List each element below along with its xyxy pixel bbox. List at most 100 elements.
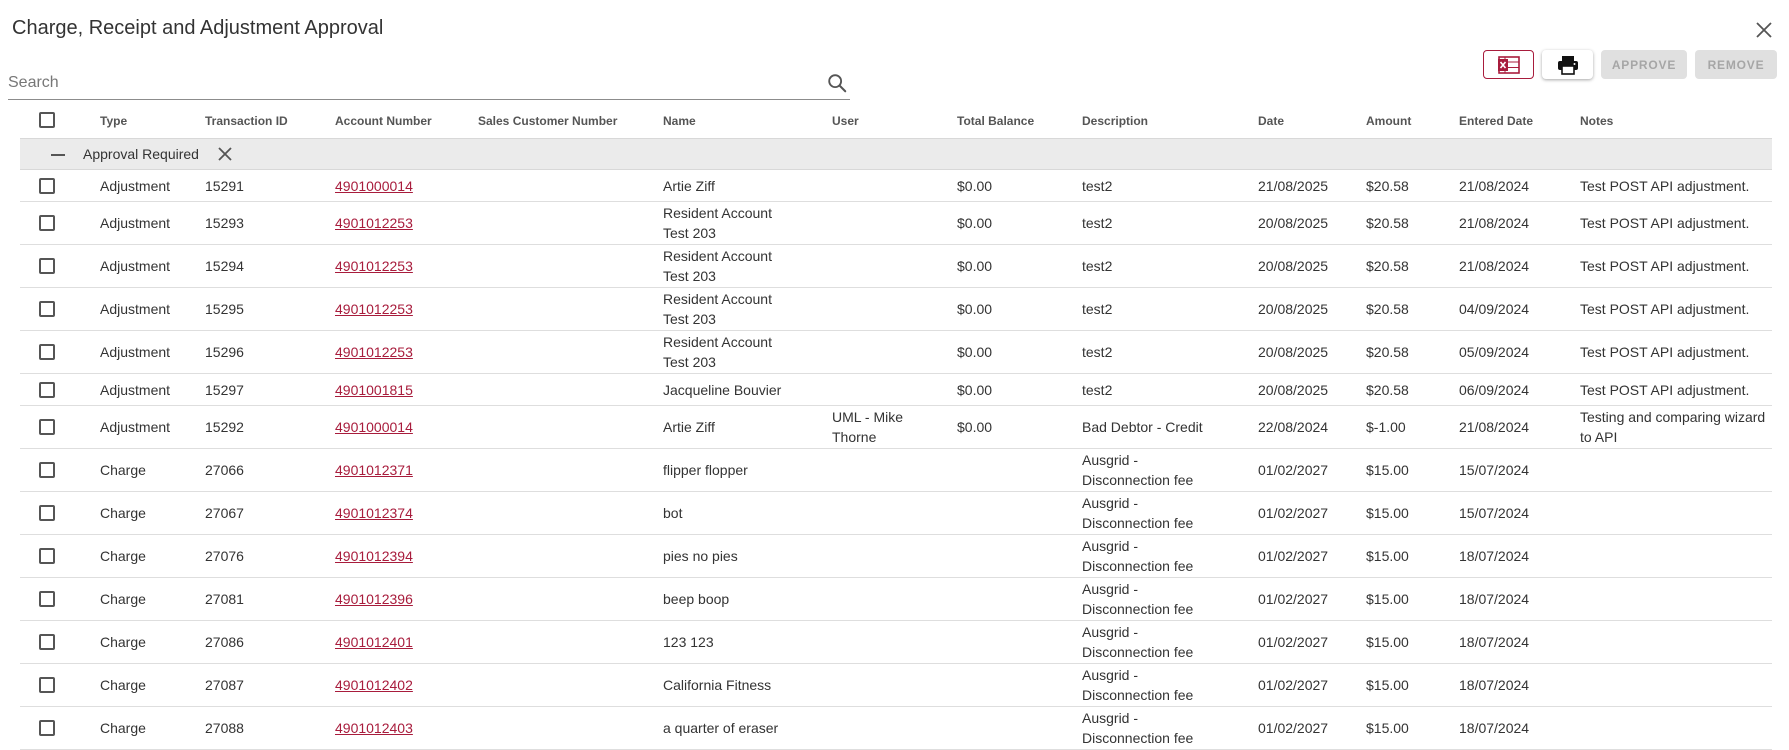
account-number-link[interactable]: 4901001815: [335, 380, 413, 400]
cell-description: Ausgrid - Disconnection fee: [1082, 535, 1217, 577]
table-row[interactable]: Adjustment 15296 4901012253 Resident Accoun…: [20, 331, 1772, 374]
description-text: Ausgrid - Disconnection fee: [1082, 667, 1194, 703]
cell-date: 01/02/2027: [1258, 707, 1358, 749]
row-checkbox[interactable]: [39, 548, 55, 564]
row-checkbox[interactable]: [39, 720, 55, 736]
account-number-link[interactable]: 4901012253: [335, 256, 413, 276]
collapse-group-icon[interactable]: [50, 147, 66, 163]
table-row[interactable]: Charge 27076 4901012394 pies no pies Ausgrid…: [20, 535, 1772, 578]
column-header-name[interactable]: Name: [663, 114, 696, 128]
row-checkbox[interactable]: [39, 258, 55, 274]
account-number-link[interactable]: 4901012253: [335, 342, 413, 362]
cell-user: [832, 170, 942, 201]
cell-type: Adjustment: [100, 406, 200, 448]
row-checkbox-cell: [39, 331, 55, 373]
column-header-transaction-id[interactable]: Transaction ID: [205, 114, 288, 128]
cell-transaction-id: 15294: [205, 245, 325, 287]
notes-text: Testing and comparing wizard to API: [1580, 409, 1766, 445]
column-header-entered-date[interactable]: Entered Date: [1459, 114, 1533, 128]
entered-date-text: 06/09/2024: [1459, 381, 1530, 398]
table-row[interactable]: Adjustment 15293 4901012253 Resident Accoun…: [20, 202, 1772, 245]
total-balance-text: $0.00: [957, 381, 993, 398]
row-checkbox[interactable]: [39, 344, 55, 360]
row-checkbox[interactable]: [39, 462, 55, 478]
entered-date-text: 04/09/2024: [1459, 301, 1530, 317]
excel-export-button[interactable]: [1483, 50, 1534, 79]
table-row[interactable]: Adjustment 15295 4901012253 Resident Accoun…: [20, 288, 1772, 331]
table-row[interactable]: Charge 27066 4901012371 flipper flopper Ausg…: [20, 449, 1772, 492]
select-all-checkbox[interactable]: [39, 112, 55, 128]
row-checkbox[interactable]: [39, 677, 55, 693]
table-row[interactable]: Charge 27087 4901012402 California Fitness A…: [20, 664, 1772, 707]
account-number-link[interactable]: 4901012253: [335, 213, 413, 233]
cell-type: Charge: [100, 664, 200, 706]
account-number-link[interactable]: 4901012401: [335, 632, 413, 652]
cell-date: 01/02/2027: [1258, 492, 1358, 534]
column-header-sales-customer-number[interactable]: Sales Customer Number: [478, 114, 617, 128]
column-header-amount[interactable]: Amount: [1366, 114, 1411, 128]
date-text: 01/02/2027: [1258, 591, 1329, 607]
transaction-id-text: 15295: [205, 301, 244, 317]
cell-sales-customer-number: [478, 374, 648, 405]
cell-name: pies no pies: [663, 535, 788, 577]
account-number-link[interactable]: 4901000014: [335, 176, 413, 196]
date-text: 01/02/2027: [1258, 677, 1329, 693]
table-row[interactable]: Adjustment 15294 4901012253 Resident Accoun…: [20, 245, 1772, 288]
cell-amount: $15.00: [1366, 621, 1451, 663]
column-header-account-number[interactable]: Account Number: [335, 114, 432, 128]
amount-text: $20.58: [1366, 177, 1409, 194]
column-header-type[interactable]: Type: [100, 114, 127, 128]
row-checkbox[interactable]: [39, 301, 55, 317]
cell-user: [832, 492, 942, 534]
row-checkbox[interactable]: [39, 419, 55, 435]
cell-user: [832, 621, 942, 663]
table-row[interactable]: Charge 27086 4901012401 123 123 Ausgrid - Di…: [20, 621, 1772, 664]
column-header-user[interactable]: User: [832, 114, 859, 128]
cell-account-number: 4901012253: [335, 245, 465, 287]
close-button[interactable]: [1752, 18, 1776, 42]
account-number-link[interactable]: 4901012396: [335, 589, 413, 609]
remove-grouping-icon[interactable]: [216, 145, 234, 163]
column-header-description[interactable]: Description: [1082, 114, 1148, 128]
cell-entered-date: 21/08/2024: [1459, 170, 1569, 201]
row-checkbox[interactable]: [39, 381, 55, 398]
search-input[interactable]: [8, 68, 808, 96]
entered-date-text: 18/07/2024: [1459, 677, 1530, 693]
account-number-link[interactable]: 4901012253: [335, 299, 413, 319]
table-row[interactable]: Adjustment 15297 4901001815 Jacqueline Bouv…: [20, 374, 1772, 406]
account-number-link[interactable]: 4901012394: [335, 546, 413, 566]
column-header-total-balance[interactable]: Total Balance: [957, 114, 1034, 128]
cell-type: Charge: [100, 621, 200, 663]
print-button[interactable]: [1542, 50, 1593, 79]
row-checkbox[interactable]: [39, 177, 55, 194]
remove-button[interactable]: REMOVE: [1695, 50, 1777, 79]
row-checkbox[interactable]: [39, 215, 55, 231]
row-checkbox[interactable]: [39, 591, 55, 607]
row-checkbox[interactable]: [39, 634, 55, 650]
transaction-id-text: 15296: [205, 344, 244, 360]
cell-notes: Test POST API adjustment.: [1580, 374, 1768, 405]
cell-transaction-id: 15293: [205, 202, 325, 244]
column-header-date[interactable]: Date: [1258, 114, 1284, 128]
cell-sales-customer-number: [478, 492, 648, 534]
row-checkbox[interactable]: [39, 505, 55, 521]
column-header-notes[interactable]: Notes: [1580, 114, 1613, 128]
table-row[interactable]: Charge 27067 4901012374 bot Ausgrid - Discon…: [20, 492, 1772, 535]
table-row[interactable]: Adjustment 15291 4901000014 Artie Ziff $0.00…: [20, 170, 1772, 202]
approve-button[interactable]: APPROVE: [1601, 50, 1687, 79]
table-row[interactable]: Charge 27088 4901012403 a quarter of eraser…: [20, 707, 1772, 750]
account-number-link[interactable]: 4901000014: [335, 417, 413, 437]
account-number-link[interactable]: 4901012402: [335, 675, 413, 695]
table-row[interactable]: Adjustment 15292 4901000014 Artie Ziff UML -…: [20, 406, 1772, 449]
type-text: Charge: [100, 720, 146, 736]
account-number-link[interactable]: 4901012374: [335, 503, 413, 523]
table-row[interactable]: Charge 27081 4901012396 beep boop Ausgrid - …: [20, 578, 1772, 621]
transaction-id-text: 15294: [205, 258, 244, 274]
cell-total-balance: $0.00: [957, 245, 1067, 287]
cell-notes: [1580, 664, 1768, 706]
search-icon[interactable]: [826, 72, 848, 94]
account-number-link[interactable]: 4901012403: [335, 718, 413, 738]
account-number-link[interactable]: 4901012371: [335, 460, 413, 480]
cell-total-balance: [957, 535, 1067, 577]
name-text: bot: [663, 505, 683, 521]
